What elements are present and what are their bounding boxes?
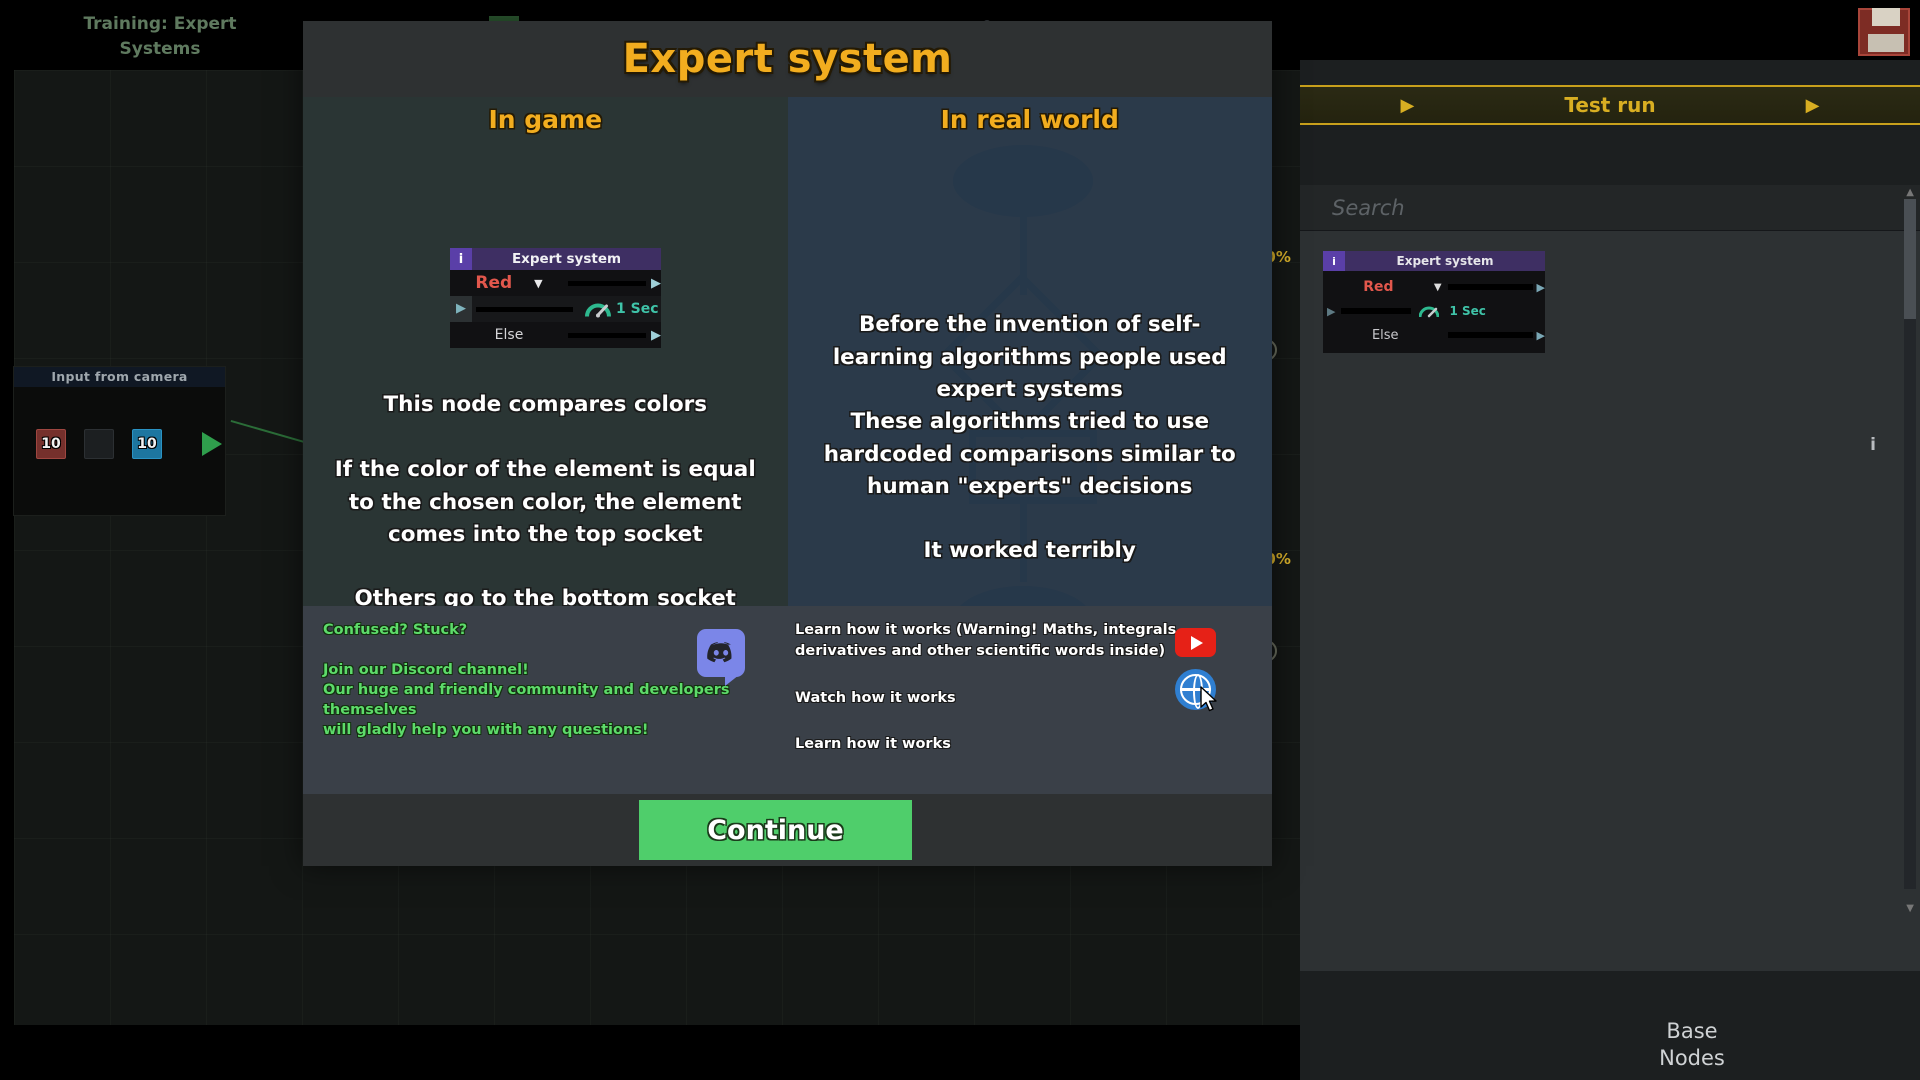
bottom-output-socket[interactable] <box>568 332 646 338</box>
gauge-icon <box>585 303 611 318</box>
mouse-cursor <box>1200 686 1217 712</box>
flowchart-end-ellipse <box>952 586 1093 606</box>
youtube-icon[interactable] <box>1175 628 1216 657</box>
input-socket[interactable] <box>476 306 573 312</box>
palette-node-timer-row: ▶ 1 Sec <box>1323 299 1545 323</box>
info-icon[interactable]: i <box>450 248 472 270</box>
help-links-section: Confused? Stuck? Join our Discord channe… <box>303 606 1272 794</box>
info-icon[interactable]: i <box>1323 251 1345 271</box>
palette-node-header: i Expert system <box>1323 251 1545 271</box>
flowchart-start-ellipse <box>952 145 1093 217</box>
real-world-paragraph-2: These algorithms tried to use hardcoded … <box>823 409 1236 499</box>
play-triangle-icon <box>1191 635 1203 650</box>
in-game-heading: In game <box>488 105 603 134</box>
node-body: Red ▼ ▶ ▶ 1 Sec Else ▶ <box>450 270 661 348</box>
in-game-paragraph-3: Others go to the bottom socket <box>354 586 736 606</box>
output-arrow-icon[interactable]: ▶ <box>1537 281 1545 294</box>
else-output-socket[interactable] <box>1447 332 1533 338</box>
input-from-camera-node[interactable]: Input from camera 10 10 <box>13 366 226 516</box>
discord-description-line-2: will gladly help you with any questions! <box>323 722 649 738</box>
test-run-left-arrow-icon: ▶ <box>1400 94 1415 116</box>
test-run-right-arrow-icon: ▶ <box>1805 94 1820 116</box>
input-arrow-icon[interactable]: ▶ <box>450 296 472 322</box>
expert-system-dialog: Expert system In game i Expert system Re… <box>303 21 1272 866</box>
info-icon[interactable]: i <box>1870 435 1876 455</box>
timer-control[interactable]: 1 Sec <box>585 300 659 318</box>
color-dropdown[interactable]: Red ▼ <box>450 273 568 293</box>
node-palette: i i Expert system Red ▼ ▶ ▶ 1 Sec Else ▶… <box>1255 187 1920 971</box>
discord-glyph-icon <box>707 642 732 663</box>
save-icon[interactable] <box>1858 8 1910 56</box>
search-input[interactable]: Search <box>1300 185 1920 231</box>
palette-color-value[interactable]: Red <box>1323 279 1434 295</box>
in-real-world-panel: In real world Before the invention of se… <box>787 97 1272 606</box>
node-color-row: Red ▼ ▶ <box>450 270 661 296</box>
palette-node-else-row: Else ▶ <box>1323 323 1545 347</box>
timer-value: 1 Sec <box>616 301 659 317</box>
palette-scrollbar-thumb[interactable] <box>1904 199 1916 319</box>
dialog-panels: In game i Expert system Red ▼ ▶ ▶ 1 Sec … <box>303 97 1272 606</box>
palette-node-color-row[interactable]: Red ▼ ▶ <box>1323 275 1545 299</box>
gauge-icon <box>1419 306 1440 318</box>
node-header: i Expert system <box>450 248 661 270</box>
top-output-socket[interactable] <box>568 280 646 286</box>
continue-button[interactable]: Continue <box>639 800 912 860</box>
chevron-down-icon: ▼ <box>534 276 543 290</box>
top-output-arrow-icon[interactable]: ▶ <box>651 276 661 291</box>
dialog-footer: Continue <box>303 794 1272 866</box>
color-value: Red <box>475 273 513 293</box>
swatch-blank[interactable] <box>84 429 114 459</box>
scroll-down-arrow-icon[interactable]: ▼ <box>1906 903 1914 914</box>
learn-how-it-works-link[interactable]: Learn how it works <box>795 734 1272 755</box>
in-real-world-heading: In real world <box>940 105 1119 134</box>
expert-system-node-preview[interactable]: i Expert system Red ▼ ▶ ▶ 1 Sec Else ▶ <box>450 248 661 348</box>
palette-node-title: Expert system <box>1396 254 1494 268</box>
palette-else-label: Else <box>1371 327 1399 343</box>
real-world-paragraph-3: It worked terribly <box>923 538 1136 563</box>
base-nodes-label[interactable]: Base Nodes <box>1632 1018 1752 1072</box>
play-arrow-icon[interactable] <box>202 432 222 456</box>
input-socket[interactable] <box>1341 308 1412 314</box>
test-run-button[interactable]: ▶ Test run ▶ <box>1300 85 1920 125</box>
in-game-panel: In game i Expert system Red ▼ ▶ ▶ 1 Sec … <box>303 97 788 606</box>
chevron-down-icon[interactable]: ▼ <box>1434 282 1442 293</box>
camera-node-title: Input from camera <box>14 367 225 387</box>
in-game-paragraph-2: If the color of the element is equal to … <box>334 457 756 547</box>
discord-description-line-1: Our huge and friendly community and deve… <box>323 682 730 718</box>
screen: Training: Expert Systems Input from came… <box>0 0 1920 1080</box>
palette-node-body: Red ▼ ▶ ▶ 1 Sec Else ▶ <box>1323 271 1545 353</box>
node-timer-row: ▶ 1 Sec <box>450 296 661 322</box>
else-label: Else <box>494 327 524 343</box>
discord-help-block: Confused? Stuck? Join our Discord channe… <box>303 606 787 794</box>
output-socket[interactable] <box>1447 284 1533 290</box>
external-links-block: Learn how it works (Warning! Maths, inte… <box>787 606 1272 794</box>
bottom-output-arrow-icon[interactable]: ▶ <box>651 328 661 343</box>
dialog-title: Expert system <box>622 36 953 82</box>
swatch-red[interactable]: 10 <box>36 429 66 459</box>
test-run-label: Test run <box>1564 93 1656 117</box>
palette-timer-value[interactable]: 1 Sec <box>1449 304 1485 318</box>
node-else-row: Else ▶ <box>450 322 661 348</box>
training-label: Training: Expert Systems <box>83 14 237 59</box>
real-world-paragraph-1: Before the invention of self-learning al… <box>832 312 1227 402</box>
discord-icon[interactable] <box>697 629 745 686</box>
else-output-arrow-icon[interactable]: ▶ <box>1537 329 1545 342</box>
node-title: Expert system <box>511 251 622 267</box>
camera-node-swatches: 10 10 <box>36 429 222 459</box>
swatch-blue[interactable]: 10 <box>132 429 162 459</box>
input-arrow-icon[interactable]: ▶ <box>1327 305 1335 318</box>
palette-expert-system-node[interactable]: i Expert system Red ▼ ▶ ▶ 1 Sec Else ▶ <box>1323 251 1545 353</box>
scroll-up-arrow-icon[interactable]: ▲ <box>1906 187 1914 198</box>
in-game-paragraph-1: This node compares colors <box>383 392 708 417</box>
search-placeholder: Search <box>1332 195 1405 220</box>
